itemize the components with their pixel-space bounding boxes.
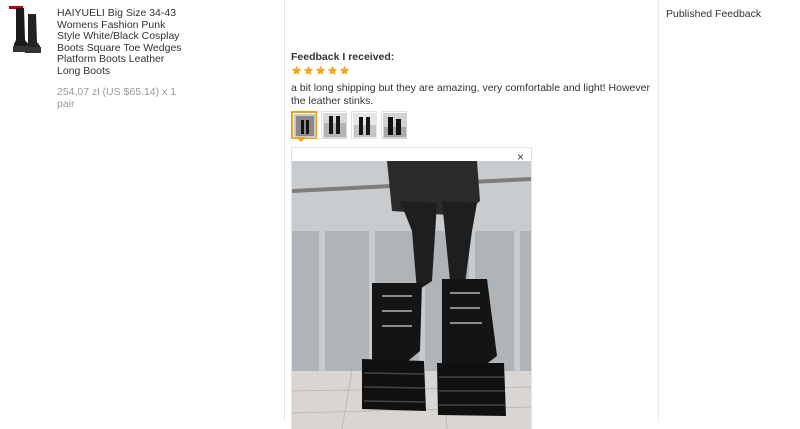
feedback-heading: Feedback I received: — [291, 51, 395, 63]
star-icon — [339, 65, 350, 75]
boot-product-image — [6, 4, 50, 54]
product-price: 254,07 zł (US $65.14) x 1 pair — [57, 86, 177, 110]
star-icon — [327, 65, 338, 75]
feedback-column: Feedback I received: a bit long shipping… — [285, 0, 659, 429]
photo-viewer: × — [291, 147, 532, 429]
review-text: a bit long shipping but they are amazing… — [291, 82, 650, 107]
photo-thumbnails — [291, 111, 407, 139]
star-icon — [303, 65, 314, 75]
selected-thumbnail-indicator — [296, 137, 306, 142]
rating-stars — [291, 65, 350, 77]
review-photo — [292, 161, 531, 429]
product-thumbnail[interactable] — [6, 4, 50, 54]
product-title-link[interactable]: HAIYUELI Big Size 34-43 Womens Fashion P… — [57, 7, 187, 78]
photo-thumbnail-3[interactable] — [351, 111, 377, 139]
photo-thumbnail-2[interactable] — [321, 111, 347, 139]
photo-thumbnail-1[interactable] — [291, 111, 317, 139]
published-column: Published Feedback — [659, 0, 800, 422]
photo-thumbnail-4[interactable] — [381, 111, 407, 139]
product-column: HAIYUELI Big Size 34-43 Womens Fashion P… — [0, 0, 285, 422]
published-feedback-label: Published Feedback — [666, 8, 762, 20]
star-icon — [315, 65, 326, 75]
star-icon — [291, 65, 302, 75]
